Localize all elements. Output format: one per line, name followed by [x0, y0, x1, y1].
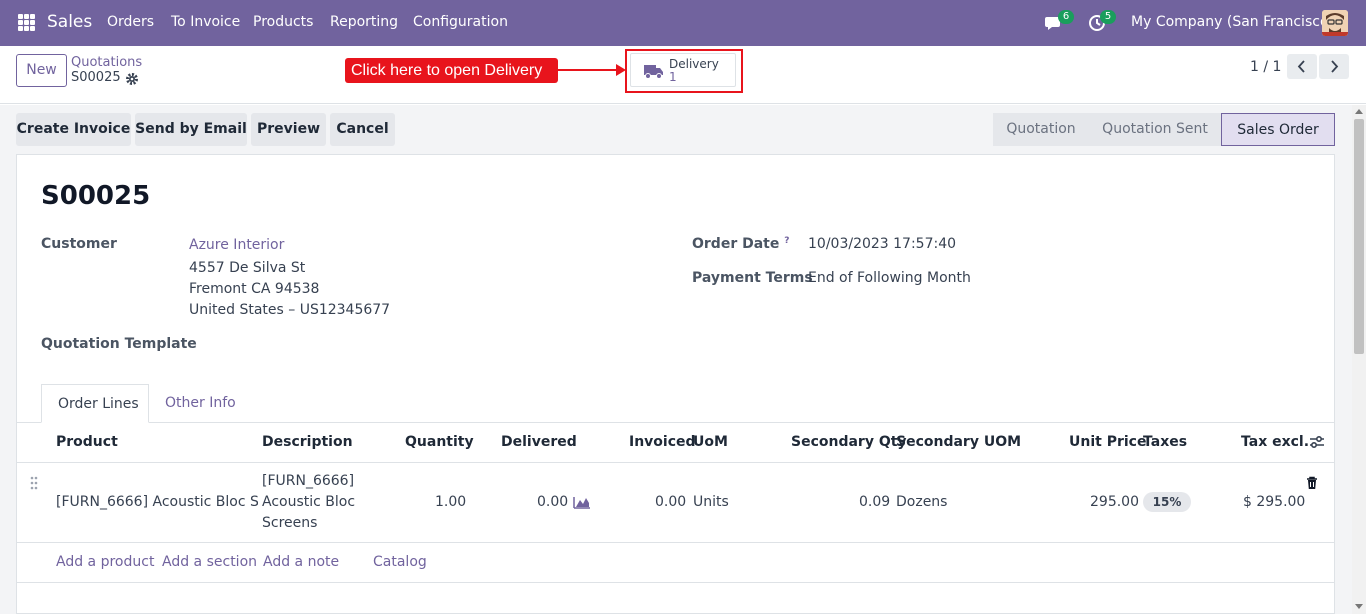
delivery-smart-button[interactable]: Delivery 1 — [630, 53, 736, 87]
apps-grid-icon[interactable] — [18, 14, 35, 31]
pager-next-button[interactable] — [1319, 54, 1349, 79]
stage-quotation[interactable]: Quotation — [993, 113, 1089, 146]
address-line-1: 4557 De Silva St — [189, 260, 306, 276]
menu-products[interactable]: Products — [253, 14, 313, 30]
delivery-count: 1 — [669, 70, 677, 84]
new-button[interactable]: New — [16, 54, 67, 87]
scroll-down-arrow-icon[interactable] — [1355, 604, 1363, 609]
col-product[interactable]: Product — [56, 434, 118, 450]
add-section-link[interactable]: Add a section — [162, 554, 257, 570]
top-navbar: Sales Orders To Invoice Products Reporti… — [0, 0, 1366, 46]
gear-icon[interactable] — [125, 72, 139, 86]
row-description-line3[interactable]: Screens — [262, 515, 317, 531]
menu-reporting[interactable]: Reporting — [330, 14, 398, 30]
forecast-chart-icon[interactable] — [573, 495, 591, 509]
scroll-up-arrow-icon[interactable] — [1355, 109, 1363, 114]
add-product-link[interactable]: Add a product — [56, 554, 154, 570]
tutorial-callout: Click here to open Delivery — [345, 58, 558, 83]
customer-link[interactable]: Azure Interior — [189, 237, 284, 253]
payment-terms-value[interactable]: End of Following Month — [808, 270, 971, 286]
stage-sales-order[interactable]: Sales Order — [1221, 113, 1335, 146]
chevron-left-icon — [1297, 60, 1305, 73]
address-line-2: Fremont CA 94538 — [189, 281, 320, 297]
tab-order-lines[interactable]: Order Lines — [41, 384, 149, 423]
row-tax-excl: $ 295.00 — [1243, 494, 1306, 510]
row-secondary-uom[interactable]: Dozens — [896, 494, 947, 510]
menu-configuration[interactable]: Configuration — [413, 14, 508, 30]
customer-label: Customer — [41, 236, 117, 252]
col-secondary-uom[interactable]: Secondary UOM — [896, 434, 1021, 450]
column-settings-sliders-icon[interactable] — [1309, 434, 1325, 450]
pager-value[interactable]: 1 / 1 — [1250, 59, 1281, 75]
row-uom[interactable]: Units — [693, 494, 729, 510]
messages-badge: 6 — [1058, 10, 1074, 24]
order-date-help-icon[interactable]: ? — [784, 236, 789, 246]
row-delivered[interactable]: 0.00 — [537, 494, 568, 510]
menu-to-invoice[interactable]: To Invoice — [171, 14, 240, 30]
company-switcher[interactable]: My Company (San Francisco) — [1131, 14, 1334, 30]
col-unit-price[interactable]: Unit Price — [1069, 434, 1146, 450]
truck-icon — [644, 65, 663, 79]
address-line-3: United States – US12345677 — [189, 302, 391, 318]
form-sheet: S00025 Customer Azure Interior 4557 De S… — [16, 154, 1335, 614]
app-name[interactable]: Sales — [47, 12, 92, 32]
avatar-face-icon — [1322, 10, 1348, 36]
callout-arrow-line — [558, 69, 620, 71]
order-date-label-text: Order Date — [692, 236, 780, 252]
order-title: S00025 — [41, 181, 151, 211]
control-panel: New Quotations S00025 Click here to open… — [0, 46, 1366, 104]
trash-icon[interactable] — [1306, 476, 1318, 490]
send-by-email-button[interactable]: Send by Email — [135, 113, 247, 146]
preview-button[interactable]: Preview — [251, 113, 326, 146]
row-unit-price[interactable]: 295.00 — [1090, 494, 1139, 510]
drag-handle-icon[interactable] — [29, 475, 39, 491]
row-product[interactable]: [FURN_6666] Acoustic Bloc Scre — [56, 494, 258, 510]
payment-terms-label: Payment Terms — [692, 270, 813, 286]
breadcrumb-quotations[interactable]: Quotations — [71, 55, 142, 70]
row-description-line1[interactable]: [FURN_6666] — [262, 473, 354, 489]
add-links-divider — [17, 582, 1334, 583]
quotation-template-label: Quotation Template — [41, 336, 197, 352]
order-date-label: Order Date ? — [692, 236, 789, 252]
col-taxes[interactable]: Taxes — [1143, 434, 1187, 450]
vertical-scrollbar[interactable] — [1352, 105, 1366, 614]
create-invoice-button[interactable]: Create Invoice — [16, 113, 131, 146]
tab-other-info[interactable]: Other Info — [149, 384, 252, 423]
table-header-divider — [17, 462, 1334, 463]
cancel-button[interactable]: Cancel — [330, 113, 395, 146]
scroll-thumb[interactable] — [1354, 119, 1364, 354]
col-tax-excl[interactable]: Tax excl. — [1241, 434, 1309, 450]
row-secondary-qty[interactable]: 0.09 — [859, 494, 890, 510]
row-description-line2[interactable]: Acoustic Bloc — [262, 494, 355, 510]
col-delivered[interactable]: Delivered — [501, 434, 577, 450]
col-invoiced[interactable]: Invoiced — [629, 434, 696, 450]
menu-orders[interactable]: Orders — [107, 14, 154, 30]
chevron-right-icon — [1331, 60, 1339, 73]
activities-badge: 5 — [1100, 10, 1116, 24]
breadcrumb-current: S00025 — [71, 70, 121, 85]
order-status-bar: Quotation Quotation Sent Sales Order — [993, 113, 1335, 146]
col-quantity[interactable]: Quantity — [405, 434, 474, 450]
pager-previous-button[interactable] — [1287, 54, 1317, 79]
col-description[interactable]: Description — [262, 434, 353, 450]
stage-quotation-sent[interactable]: Quotation Sent — [1089, 113, 1221, 146]
add-note-link[interactable]: Add a note — [263, 554, 339, 570]
col-uom[interactable]: UoM — [693, 434, 728, 450]
row-quantity[interactable]: 1.00 — [435, 494, 466, 510]
order-date-value[interactable]: 10/03/2023 17:57:40 — [808, 236, 956, 252]
user-avatar[interactable] — [1322, 10, 1348, 36]
row-invoiced[interactable]: 0.00 — [655, 494, 686, 510]
catalog-link[interactable]: Catalog — [373, 554, 427, 570]
col-secondary-qty[interactable]: Secondary Qty — [791, 434, 907, 450]
row-divider — [17, 542, 1334, 543]
row-tax-badge[interactable]: 15% — [1143, 492, 1191, 512]
